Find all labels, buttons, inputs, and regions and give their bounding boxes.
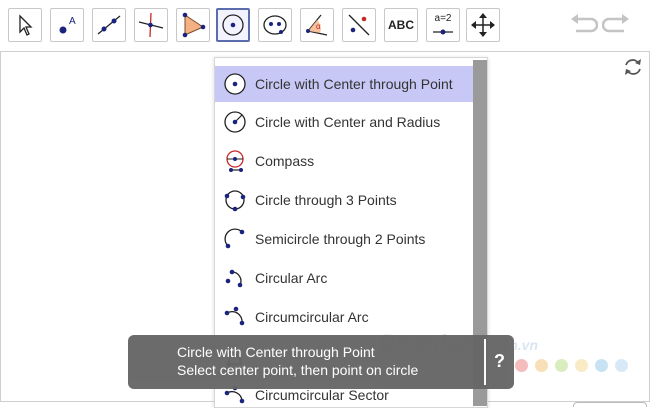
watermark-dot: [555, 359, 568, 372]
slider-tool-button[interactable]: a=2: [426, 8, 460, 42]
tooltip-description: Select center point, then point on circl…: [177, 362, 419, 378]
circle-center-point-icon: [224, 73, 246, 95]
angle-tool-button[interactable]: α: [300, 8, 334, 42]
menu-item-label: Compass: [255, 153, 315, 169]
refresh-icon[interactable]: [622, 56, 644, 78]
ellipse-icon: [263, 15, 287, 35]
bottom-edge-control: [573, 402, 647, 407]
line-tool-button[interactable]: [92, 8, 126, 42]
help-button[interactable]: ?: [484, 339, 516, 385]
point-icon: A: [59, 16, 76, 34]
toolbar: A α ABC a=2: [0, 0, 650, 52]
watermark-dot: [575, 359, 588, 372]
semicircle-icon: [224, 228, 245, 249]
menu-item-label: Circle with Center and Radius: [255, 114, 441, 130]
text-icon: ABC: [388, 18, 414, 32]
polygon-tool-button[interactable]: [176, 8, 210, 42]
menu-item-label: Circumcircular Arc: [255, 309, 369, 325]
perpendicular-line-icon: [138, 12, 164, 38]
menu-item-circle-3-points[interactable]: Circle through 3 Points: [215, 182, 473, 218]
menu-item-label: Circular Arc: [255, 270, 328, 286]
svg-text:α: α: [316, 22, 321, 31]
move-arrow-icon: [19, 14, 33, 36]
undo-icon[interactable]: [568, 12, 598, 38]
menu-item-compass[interactable]: Compass: [215, 143, 473, 179]
angle-icon: α: [306, 14, 328, 36]
menu-item-label: Semicircle through 2 Points: [255, 231, 426, 247]
text-tool-button[interactable]: ABC: [384, 8, 418, 42]
perpendicular-tool-button[interactable]: [134, 8, 168, 42]
menu-item-circle-center-radius[interactable]: Circle with Center and Radius: [215, 104, 473, 140]
point-tool-button[interactable]: A: [50, 8, 84, 42]
menu-item-circular-arc[interactable]: Circular Arc: [215, 260, 473, 296]
menu-item-label: Circle with Center through Point: [255, 76, 453, 92]
reflect-icon: [348, 14, 370, 36]
menu-item-label: Circle through 3 Points: [255, 192, 397, 208]
redo-icon[interactable]: [602, 12, 632, 38]
reflect-tool-button[interactable]: [342, 8, 376, 42]
ellipse-tool-button[interactable]: [258, 8, 292, 42]
watermark-dot: [595, 359, 608, 372]
menu-item-semicircle[interactable]: Semicircle through 2 Points: [215, 221, 473, 257]
help-icon: ?: [494, 351, 505, 371]
watermark-dot: [535, 359, 548, 372]
polygon-icon: [182, 12, 206, 38]
move-tool-button[interactable]: [8, 8, 42, 42]
watermark-dot: [615, 359, 628, 372]
menu-item-circle-center-point[interactable]: Circle with Center through Point: [215, 66, 473, 102]
compass-icon: [226, 150, 244, 172]
tool-tooltip: Circle with Center through Point Select …: [128, 335, 514, 389]
circle-tool-button[interactable]: [216, 8, 250, 42]
svg-text:A: A: [69, 16, 76, 27]
tooltip-title: Circle with Center through Point: [177, 344, 375, 360]
circumcircular-arc-icon: [224, 306, 245, 326]
line-icon: [97, 15, 121, 35]
slider-icon: [433, 29, 453, 35]
menu-item-label: Circumcircular Sector: [255, 387, 389, 403]
move-graphics-tool-button[interactable]: [466, 8, 500, 42]
watermark-dot: [515, 359, 528, 372]
circle-3-points-icon: [224, 190, 246, 212]
circle-center-radius-icon: [224, 111, 246, 133]
move-graphics-view-icon: [471, 13, 495, 37]
circle-center-point-icon: [222, 14, 244, 36]
circular-arc-icon: [225, 269, 243, 288]
